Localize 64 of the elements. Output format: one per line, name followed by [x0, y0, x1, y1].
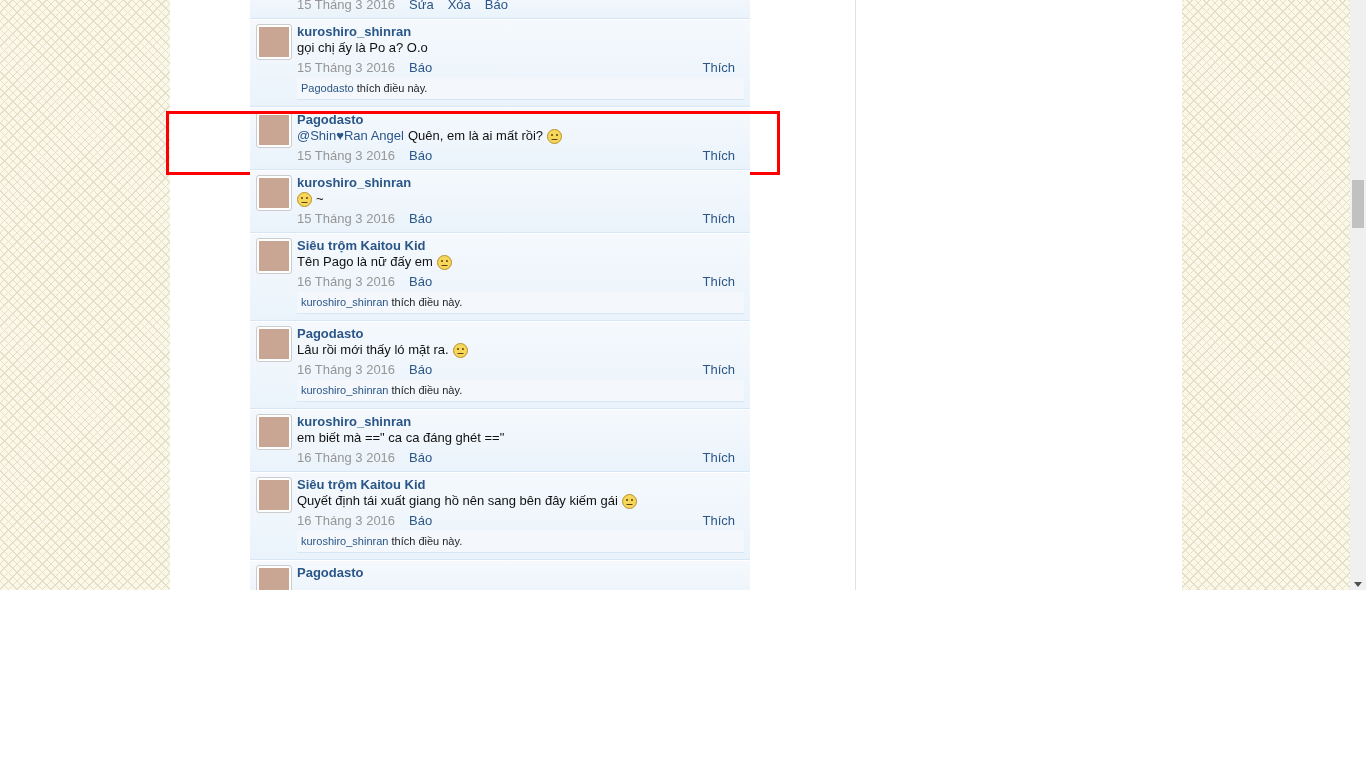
like-link[interactable]: Thích	[702, 510, 735, 531]
report-link[interactable]: Báo	[409, 359, 433, 380]
liker-link[interactable]: kuroshiro_shinran	[301, 384, 389, 396]
avatar-photo	[256, 414, 292, 450]
like-link[interactable]: Thích	[702, 447, 735, 468]
smiley-icon	[436, 254, 452, 270]
action-link[interactable]: Sửa	[409, 0, 434, 15]
report-link[interactable]: Báo	[409, 447, 433, 468]
smiley-icon	[547, 128, 563, 144]
comment-text: Quyết định tái xuất giang hồ nên sang bên đây kiếm gái	[297, 492, 618, 510]
scrollbar-thumb[interactable]	[1352, 180, 1364, 228]
like-link[interactable]: Thích	[702, 359, 735, 380]
comment-date: 16 Tháng 3 2016	[297, 512, 396, 530]
comment-date: 15 Tháng 3 2016	[297, 210, 396, 228]
smiley-icon	[621, 493, 637, 509]
username-link[interactable]: Siêu trộm Kaitou Kid	[297, 238, 744, 253]
report-link[interactable]: Báo	[409, 510, 433, 531]
avatar-photo	[256, 175, 292, 211]
username-link[interactable]: Pagodasto	[297, 326, 744, 341]
avatar-photo	[256, 477, 292, 513]
comment-text: Lâu rồi mới thấy ló mặt ra.	[297, 341, 449, 359]
liker-link[interactable]: kuroshiro_shinran	[301, 535, 389, 547]
username-link[interactable]: kuroshiro_shinran	[297, 175, 744, 190]
comment-text: ~	[316, 190, 324, 208]
scrollbar[interactable]	[1350, 0, 1366, 590]
comment-text: Quên, em là ai mất rồi?	[407, 127, 544, 145]
avatar-photo	[256, 24, 292, 60]
username-link[interactable]: Pagodasto	[297, 112, 744, 127]
comment-date: 15 Tháng 3 2016	[297, 147, 396, 165]
comment-date: 15 Tháng 3 2016	[297, 59, 396, 77]
avatar-photo	[256, 326, 292, 362]
like-link[interactable]: Thích	[702, 271, 735, 292]
like-link[interactable]: Thích	[702, 208, 735, 229]
like-link[interactable]: Thích	[702, 57, 735, 78]
scroll-down-icon[interactable]	[1354, 582, 1362, 587]
comment-text: em biết mà ==" ca ca đáng ghét =="	[297, 429, 505, 447]
like-link[interactable]: Thích	[702, 145, 735, 166]
report-link[interactable]: Báo	[409, 208, 433, 229]
report-link[interactable]: Báo	[409, 57, 433, 78]
comment-date: 16 Tháng 3 2016	[297, 361, 396, 379]
report-link[interactable]: Báo	[409, 271, 433, 292]
username-link[interactable]: Siêu trộm Kaitou Kid	[297, 477, 744, 492]
liker-link[interactable]: Pagodasto	[301, 82, 354, 94]
smiley-icon	[452, 342, 468, 358]
username-link[interactable]: Pagodasto	[297, 565, 744, 580]
mention-link[interactable]: @Shin♥Ran Angel	[297, 127, 404, 145]
liker-link[interactable]: kuroshiro_shinran	[301, 296, 389, 308]
likes-text: thích điều này.	[391, 535, 463, 547]
comment-date: 16 Tháng 3 2016	[297, 449, 396, 467]
comment-date: 15 Tháng 3 2016	[297, 0, 396, 14]
comment-date: 16 Tháng 3 2016	[297, 273, 396, 291]
likes-text: thích điều này.	[391, 296, 463, 308]
avatar-photo	[256, 112, 292, 148]
username-link[interactable]: kuroshiro_shinran	[297, 414, 744, 429]
report-link[interactable]: Báo	[409, 145, 433, 166]
action-link[interactable]: Báo	[484, 0, 508, 15]
username-link[interactable]: kuroshiro_shinran	[297, 24, 744, 39]
avatar-photo	[256, 238, 292, 274]
likes-text: thích điều này.	[356, 82, 428, 94]
action-link[interactable]: Xóa	[447, 0, 471, 15]
comment-text: Tên Pago là nữ đấy em	[297, 253, 433, 271]
smiley-icon	[297, 191, 312, 207]
comment-text: gọi chị ấy là Po a? O.o	[297, 39, 428, 57]
likes-text: thích điều này.	[391, 384, 463, 396]
